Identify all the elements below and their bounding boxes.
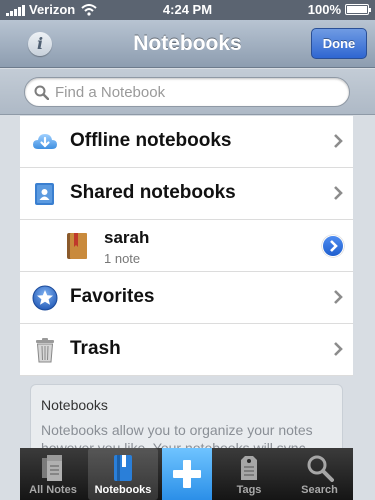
list-item-shared-notebooks[interactable]: Shared notebooks: [20, 168, 353, 220]
list-item-favorites[interactable]: Favorites: [20, 272, 353, 324]
battery-percent: 100%: [307, 2, 341, 17]
tab-label: All Notes: [29, 484, 77, 496]
shared-notebook-icon: [35, 183, 54, 205]
tab-label: Notebooks: [94, 484, 152, 496]
list-item-label: Favorites: [70, 286, 155, 307]
tab-all-notes[interactable]: All Notes: [20, 448, 86, 500]
list-item-offline-notebooks[interactable]: Offline notebooks: [20, 116, 353, 168]
tab-search[interactable]: Search: [286, 448, 353, 500]
tab-label: Search: [301, 484, 338, 496]
disclosure-button[interactable]: [322, 235, 344, 257]
done-button[interactable]: Done: [311, 28, 367, 59]
note-count: 1 note: [104, 251, 141, 266]
notebook-list: Offline notebooks Shared notebooks sarah…: [20, 116, 353, 376]
info-area: Notebooks Notebooks allow you to organiz…: [20, 376, 353, 464]
chevron-right-icon: [334, 290, 343, 304]
notebook-icon: [67, 233, 87, 259]
list-item-label: Trash: [70, 338, 121, 359]
tab-tags[interactable]: Tags: [216, 448, 282, 500]
search-icon: [307, 455, 334, 482]
search-field[interactable]: [24, 77, 350, 107]
search-bar: [0, 69, 375, 115]
chevron-right-icon: [334, 186, 343, 200]
status-right: 100%: [307, 2, 371, 17]
search-icon: [34, 85, 49, 100]
tab-label: Tags: [236, 484, 262, 496]
tab-bar: All Notes Notebooks Tags Search: [20, 448, 353, 500]
plus-icon: [173, 460, 201, 488]
info-title: Notebooks: [41, 397, 108, 413]
notebook-icon: [114, 455, 132, 481]
notes-icon: [42, 455, 62, 481]
chevron-right-icon: [334, 342, 343, 356]
tab-notebooks[interactable]: Notebooks: [88, 448, 158, 500]
cloud-download-icon: [33, 134, 57, 149]
trash-icon: [36, 338, 54, 363]
chevron-right-icon: [330, 240, 338, 252]
list-item-sarah[interactable]: sarah 1 note: [20, 220, 353, 272]
navigation-bar: i Notebooks Done: [0, 20, 375, 68]
tag-icon: [241, 456, 257, 480]
status-bar: Verizon 4:24 PM 100%: [0, 0, 375, 20]
list-item-label: Offline notebooks: [70, 130, 232, 151]
list-item-label: Shared notebooks: [70, 182, 236, 203]
add-note-button[interactable]: [162, 448, 212, 500]
list-item-trash[interactable]: Trash: [20, 324, 353, 376]
search-input[interactable]: [55, 82, 335, 102]
battery-icon: [345, 4, 371, 15]
chevron-right-icon: [334, 134, 343, 148]
star-icon: [32, 285, 58, 311]
list-item-label: sarah: [104, 228, 150, 247]
